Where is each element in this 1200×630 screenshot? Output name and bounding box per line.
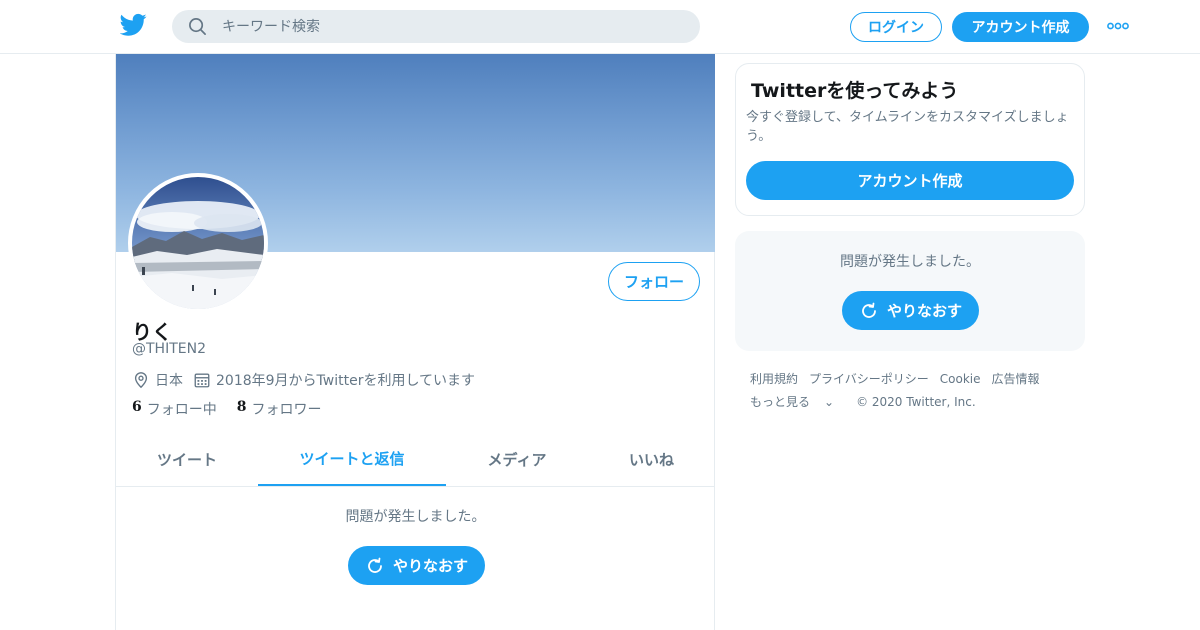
location-pin-icon — [134, 372, 148, 389]
signup-card-title: Twitterを使ってみよう — [751, 80, 959, 102]
top-navigation-bar: ログイン アカウント作成 — [0, 0, 1200, 54]
footer-links: 利用規約 プライバシーポリシー Cookie 広告情報 もっと見る ⌄ © 202… — [750, 368, 1080, 414]
search-input[interactable] — [222, 10, 682, 43]
sidebar-error-message: 問題が発生しました。 — [840, 254, 980, 270]
timeline-retry-button[interactable]: やりなおす — [348, 546, 485, 585]
footer-more-label: もっと見る — [750, 395, 811, 409]
followers-count[interactable]: 8 フォロワー — [237, 399, 322, 419]
refresh-icon — [862, 302, 876, 318]
tab-media[interactable]: メディア — [446, 432, 588, 487]
followers-label: フォロワー — [251, 402, 322, 418]
location: 日本 — [132, 370, 183, 390]
tab-likes[interactable]: いいね — [588, 432, 715, 487]
profile-column: フォロー りく @THITEN2 日本 2018年9月からTwitterを利用し… — [115, 54, 715, 630]
chevron-down-icon: ⌄ — [824, 395, 835, 409]
signup-card-description: 今すぐ登録して、タイムラインをカスタマイズしましょう。 — [746, 110, 1069, 144]
footer-link-terms[interactable]: 利用規約 — [750, 368, 798, 391]
signup-card-button[interactable]: アカウント作成 — [746, 161, 1074, 200]
retry-label: やりなおす — [886, 302, 962, 320]
calendar-icon — [194, 373, 210, 388]
more-dots-icon[interactable] — [1107, 22, 1129, 30]
retry-label: やりなおす — [392, 557, 468, 575]
join-date-text: 2018年9月からTwitterを利用しています — [216, 373, 476, 389]
avatar-landscape-image — [132, 177, 264, 309]
join-date: 2018年9月からTwitterを利用しています — [193, 370, 475, 390]
signup-button[interactable]: アカウント作成 — [952, 12, 1089, 42]
follow-button[interactable]: フォロー — [608, 262, 700, 301]
footer-copyright: © 2020 Twitter, Inc. — [856, 395, 976, 409]
signup-card: Twitterを使ってみよう 今すぐ登録して、タイムラインをカスタマイズしましょ… — [735, 63, 1085, 216]
sidebar-retry-button[interactable]: やりなおす — [842, 291, 979, 330]
sidebar-error-panel: 問題が発生しました。 やりなおす — [735, 231, 1085, 351]
footer-link-privacy[interactable]: プライバシーポリシー — [809, 368, 929, 391]
tab-tweets-and-replies[interactable]: ツイートと返信 — [258, 432, 446, 486]
footer-link-cookie[interactable]: Cookie — [940, 368, 981, 391]
twitter-bird-icon[interactable] — [120, 13, 147, 37]
following-number: 6 — [132, 399, 142, 415]
refresh-icon — [368, 557, 382, 573]
footer-link-ads[interactable]: 広告情報 — [992, 368, 1040, 391]
following-label: フォロー中 — [146, 402, 217, 418]
location-text: 日本 — [155, 373, 183, 389]
profile-tabs: ツイート ツイートと返信 メディア いいね — [116, 432, 715, 487]
follow-counts: 6 フォロー中 8 フォロワー — [132, 399, 342, 419]
timeline-error-message: 問題が発生しました。 — [345, 509, 486, 525]
footer-more-link[interactable]: もっと見る ⌄ — [750, 391, 845, 414]
search-icon — [189, 18, 206, 35]
tab-tweets[interactable]: ツイート — [116, 432, 258, 487]
following-count[interactable]: 6 フォロー中 — [132, 399, 217, 419]
followers-number: 8 — [236, 399, 247, 415]
avatar[interactable] — [128, 173, 268, 313]
user-handle: @THITEN2 — [132, 341, 206, 357]
login-button[interactable]: ログイン — [850, 12, 942, 42]
search-bar[interactable] — [172, 10, 700, 43]
profile-meta: 日本 2018年9月からTwitterを利用しています — [132, 369, 485, 391]
